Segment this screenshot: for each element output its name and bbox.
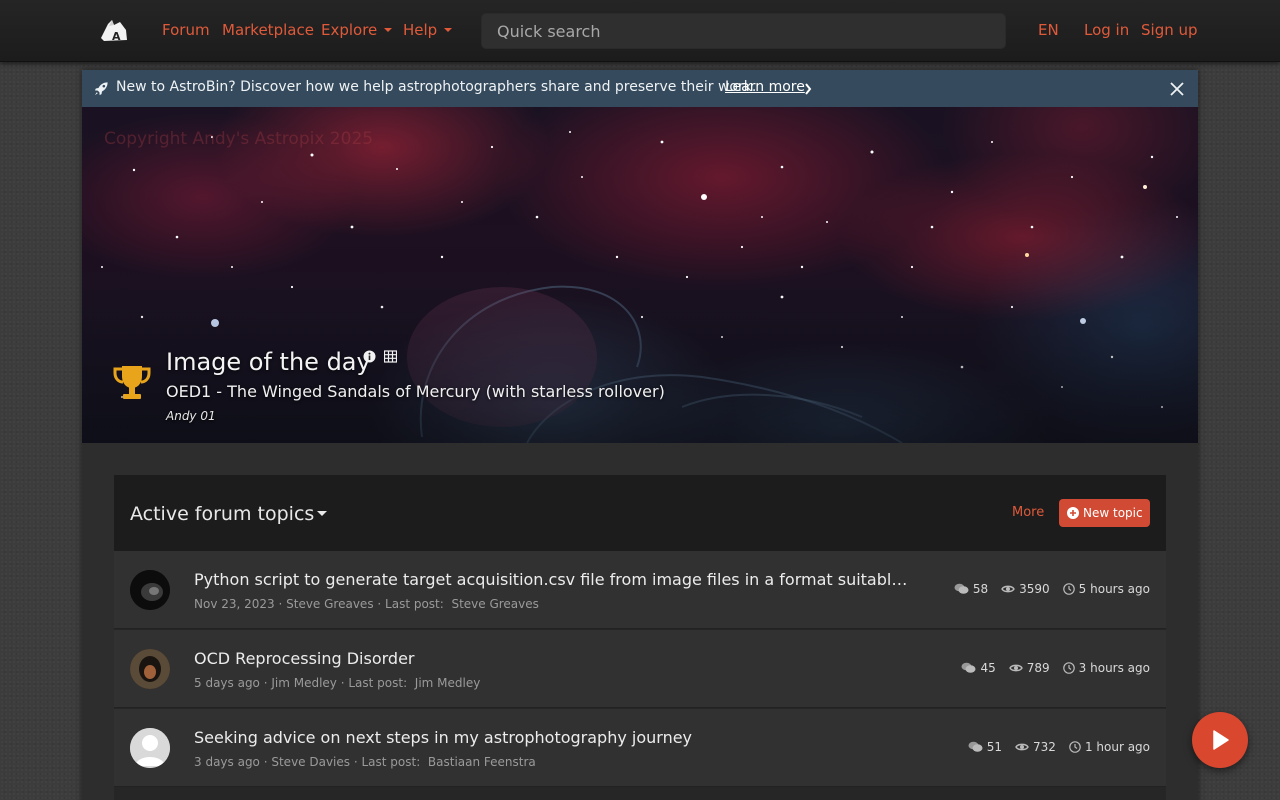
play-icon [1213, 730, 1229, 750]
caret-down-icon [384, 28, 393, 32]
trophy-icon [113, 366, 151, 399]
last-post-label: Last post: [348, 676, 408, 690]
astrobin-logo-icon[interactable]: A [98, 16, 130, 44]
new-topic-label: New topic [1083, 506, 1143, 520]
welcome-banner: New to AstroBin? Discover how we help as… [82, 70, 1198, 107]
topic-date: 3 days ago [194, 755, 260, 769]
last-post-label: Last post: [361, 755, 421, 769]
avatar[interactable] [130, 728, 170, 768]
topic-meta: Nov 23, 2023 · Steve Greaves · Last post… [194, 597, 539, 611]
signup-link[interactable]: Sign up [1141, 21, 1198, 39]
reply-count: 45 [980, 661, 996, 675]
topic-row[interactable]: OCD Reprocessing Disorder 5 days ago · J… [114, 630, 1166, 708]
main-container: New to AstroBin? Discover how we help as… [82, 70, 1198, 800]
view-count: 732 [1033, 740, 1056, 754]
caret-down-icon [444, 28, 453, 32]
caret-down-icon[interactable] [317, 511, 327, 516]
close-icon[interactable] [1170, 82, 1184, 96]
topic-row[interactable]: Python script to generate target acquisi… [114, 551, 1166, 629]
info-icon[interactable] [363, 350, 376, 363]
comments-icon [954, 583, 969, 594]
reply-count: 51 [986, 740, 1003, 754]
nav-marketplace[interactable]: Marketplace [222, 21, 314, 39]
eye-icon [1015, 743, 1029, 751]
avatar[interactable] [130, 570, 170, 610]
search-input[interactable] [481, 13, 1006, 49]
language-selector[interactable]: EN [1038, 21, 1059, 39]
learn-more-link[interactable]: Learn more [725, 79, 805, 95]
topic-row[interactable]: Seeking advice on next steps in my astro… [114, 709, 1166, 787]
view-count: 3590 [1019, 582, 1050, 596]
topic-author[interactable]: Jim Medley [271, 676, 337, 690]
nav-help-label: Help [403, 21, 438, 39]
clock-icon [1069, 741, 1081, 753]
topic-stats: 45 789 3 hours ago [961, 661, 1150, 675]
clock-icon [1062, 583, 1075, 595]
iotd-image-title[interactable]: OED1 - The Winged Sandals of Mercury (wi… [166, 382, 665, 401]
chevron-right-icon [805, 83, 812, 95]
svg-text:A: A [112, 30, 121, 43]
nav-explore[interactable]: Explore [321, 21, 393, 39]
iotd-author[interactable]: Andy 01 [166, 409, 216, 423]
nav-help[interactable]: Help [403, 21, 453, 39]
topic-author[interactable]: Steve Greaves [286, 597, 373, 611]
topic-meta: 5 days ago · Jim Medley · Last post: Jim… [194, 676, 481, 690]
new-topic-button[interactable]: New topic [1059, 499, 1150, 527]
forum-panel-header: Active forum topics More New topic [114, 475, 1166, 551]
more-topics-link[interactable]: More [1012, 505, 1044, 520]
avatar[interactable] [130, 649, 170, 689]
rocket-icon [94, 82, 108, 96]
plus-circle-icon [1067, 507, 1079, 519]
login-link[interactable]: Log in [1084, 21, 1129, 39]
view-count: 789 [1026, 661, 1050, 675]
eye-icon [1001, 585, 1015, 593]
topic-meta: 3 days ago · Steve Davies · Last post: B… [194, 755, 536, 769]
topic-stats: 58 3590 5 hours ago [954, 582, 1150, 596]
grid-icon[interactable] [384, 350, 397, 363]
avatar-image [130, 649, 170, 689]
clock-icon [1062, 662, 1075, 674]
banner-message: New to AstroBin? Discover how we help as… [116, 79, 757, 95]
topic-title[interactable]: Seeking advice on next steps in my astro… [194, 728, 692, 747]
default-avatar-icon [130, 728, 170, 768]
forum-panel-title[interactable]: Active forum topics [130, 503, 314, 525]
eye-icon [1008, 664, 1023, 672]
topic-title[interactable]: Python script to generate target acquisi… [194, 570, 910, 589]
last-activity[interactable]: 3 hours ago [1079, 661, 1150, 675]
nav-forum[interactable]: Forum [162, 21, 210, 39]
topic-author[interactable]: Steve Davies [271, 755, 350, 769]
last-post-label: Last post: [385, 597, 444, 611]
nav-explore-label: Explore [321, 21, 378, 39]
last-post-author[interactable]: Jim Medley [415, 676, 481, 690]
top-navbar: A Forum Marketplace Explore Help EN Log … [0, 0, 1280, 62]
reply-count: 58 [972, 582, 989, 596]
topic-stats: 51 732 1 hour ago [968, 740, 1150, 754]
active-forum-topics-panel: Active forum topics More New topic Pytho… [114, 475, 1166, 800]
last-post-author[interactable]: Bastiaan Feenstra [428, 755, 536, 769]
comments-icon [968, 741, 983, 752]
topic-title[interactable]: OCD Reprocessing Disorder [194, 649, 415, 668]
image-watermark: Copyright Andy's Astropix 2025 [104, 129, 374, 149]
last-activity[interactable]: 1 hour ago [1085, 740, 1150, 754]
topic-date: Nov 23, 2023 [194, 597, 275, 611]
comments-icon [961, 662, 976, 673]
last-activity[interactable]: 5 hours ago [1079, 582, 1150, 596]
play-button[interactable] [1192, 712, 1248, 768]
last-post-author[interactable]: Steve Greaves [451, 597, 538, 611]
image-of-the-day-hero[interactable]: Copyright Andy's Astropix 2025 Image of … [82, 107, 1198, 443]
avatar-image [130, 570, 170, 610]
topic-date: 5 days ago [194, 676, 260, 690]
iotd-heading: Image of the day [166, 348, 371, 376]
